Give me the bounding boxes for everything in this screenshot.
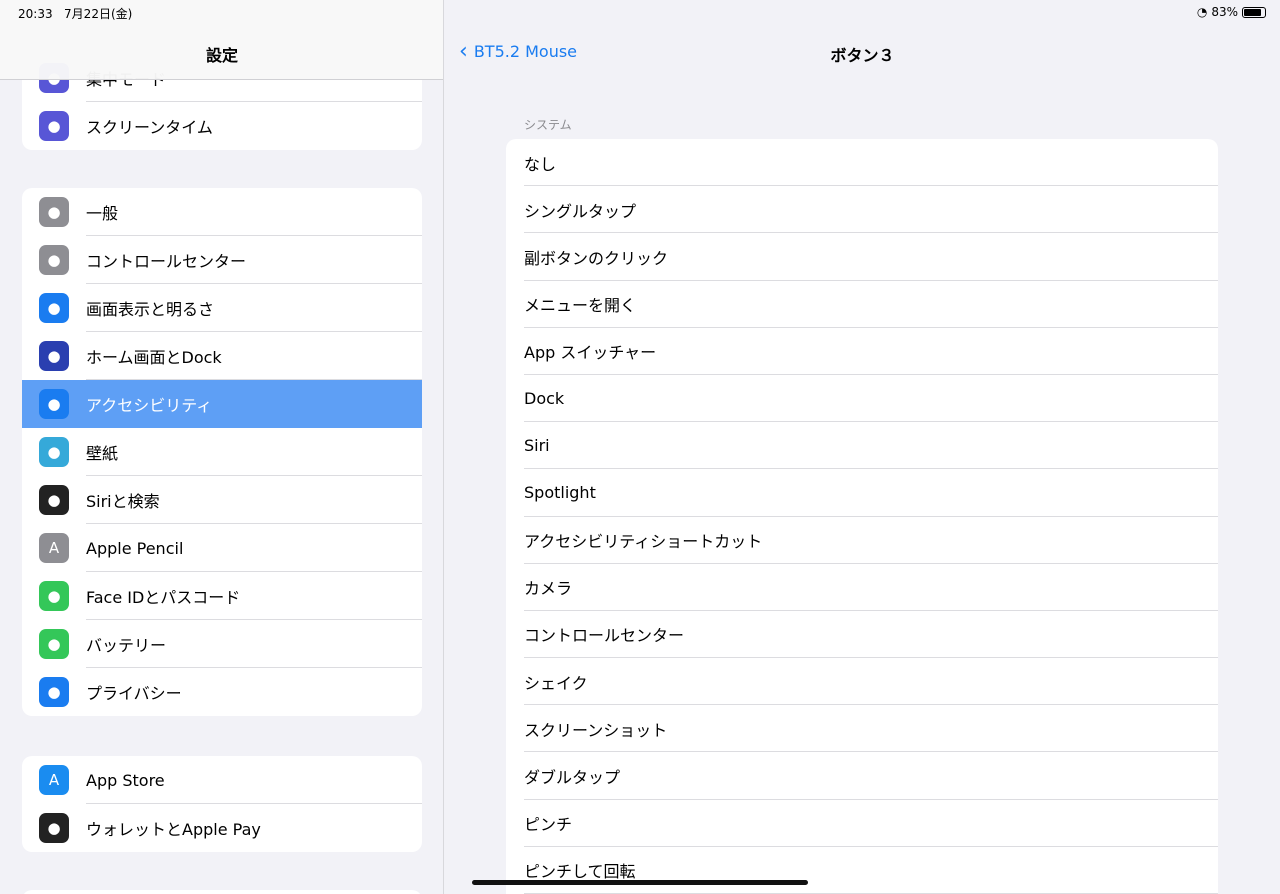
toggles-icon: ● [39,245,69,275]
sidebar-item-label: App Store [86,770,165,790]
home-indicator [472,880,808,885]
settings-group-2: ● 一般 ● コントロールセンター ● 画面表示と明るさ ● ホーム画面とDock ● アクセシビ… [22,188,422,716]
face-id-icon: ● [39,581,69,611]
sidebar: 20:33 7月22日(金) 設定 ●集中モード●スクリーンタイム ●一般●コン… [0,0,444,894]
sidebar-item-label: Siriと検索 [86,492,160,511]
list-item[interactable]: アクセシビリティショートカット [506,517,1218,564]
sidebar-item-label: プライバシー [86,684,182,703]
hand-icon: ● [39,677,69,707]
wifi-icon: ◔ [1196,5,1208,19]
list-item[interactable]: シングルタップ [506,186,1218,234]
list-item[interactable]: メニューを開く [506,281,1218,328]
sidebar-item[interactable]: ● アクセシビリティ [22,380,422,428]
siri-icon: ● [39,485,69,515]
section-header: システム [524,118,572,132]
app-store-icon: A [39,765,69,795]
sidebar-item-label: コントロールセンター [86,252,247,271]
sidebar-item[interactable]: ● Face IDとパスコード [22,572,422,620]
list-item[interactable]: App スイッチャー [506,328,1218,376]
sidebar-item-label: スクリーンタイム [86,118,213,137]
sidebar-item[interactable]: ● Siriと検索 [22,476,422,524]
sidebar-item[interactable]: A App Store [22,756,422,804]
sidebar-item[interactable]: ● 壁紙 [22,428,422,476]
sidebar-item[interactable]: ● 画面表示と明るさ [22,284,422,332]
battery-icon: ● [39,629,69,659]
pencil-icon: A [39,533,69,563]
list-item[interactable]: 副ボタンのクリック [506,233,1218,281]
list-item[interactable]: ピンチ [506,800,1218,848]
wallet-icon: ● [39,813,69,843]
sidebar-item[interactable]: ● 一般 [22,188,422,236]
action-list: なし シングルタップ 副ボタンのクリック メニューを開く App スイッチャー Dock S… [506,139,1218,894]
hourglass-icon: ● [39,111,69,141]
sidebar-header: 20:33 7月22日(金) 設定 [0,0,443,80]
list-item[interactable]: ダブルタップ [506,752,1218,800]
list-item[interactable]: Dock [506,375,1218,423]
settings-group-4 [22,890,422,894]
sidebar-item[interactable]: A Apple Pencil [22,524,422,572]
detail-pane: ◔ 83% ‹ BT5.2 Mouse ボタン３ システム なし シングルタップ副… [445,0,1280,894]
text-size-icon: ● [39,293,69,323]
sidebar-item[interactable]: ● スクリーンタイム [22,102,422,150]
list-item[interactable]: シェイク [506,658,1218,706]
sidebar-item-label: アクセシビリティ [86,396,213,415]
battery-percent: 83% [1211,5,1238,19]
list-item[interactable]: ピンチして回転 [506,847,1218,894]
battery-icon [1242,6,1266,18]
flower-icon: ● [39,437,69,467]
sidebar-item[interactable]: ● コントロールセンター [22,236,422,284]
list-item[interactable]: なし [506,139,1218,187]
gear-icon: ● [39,197,69,227]
sidebar-item[interactable]: ● プライバシー [22,668,422,716]
status-right: ◔ 83% [1197,5,1266,19]
accessibility-icon: ● [39,389,69,419]
sidebar-item[interactable]: ● ウォレットとApple Pay [22,804,422,852]
sidebar-item-label: Face IDとパスコード [86,588,241,607]
status-time: 20:33 7月22日(金) [18,7,133,21]
sidebar-item[interactable]: ● ホーム画面とDock [22,332,422,380]
list-item[interactable]: コントロールセンター [506,611,1218,659]
page-title: ボタン３ [830,46,895,65]
list-item[interactable]: スクリーンショット [506,705,1218,753]
sidebar-item-label: 画面表示と明るさ [86,300,215,319]
sidebar-item-label: 壁紙 [86,444,119,463]
sidebar-item-label: Apple Pencil [86,538,184,558]
sidebar-item-label: ホーム画面とDock [86,348,222,367]
home-grid-icon: ● [39,341,69,371]
settings-group-3: A App Store ● ウォレットとApple Pay [22,756,422,852]
sidebar-item-label: ウォレットとApple Pay [86,820,261,839]
list-item[interactable]: Spotlight [506,469,1218,517]
sidebar-title: 設定 [205,46,238,65]
sidebar-item[interactable]: ● バッテリー [22,620,422,668]
list-item[interactable]: カメラ [506,564,1218,612]
list-item[interactable]: Siri [506,422,1218,470]
sidebar-item-label: 一般 [86,204,119,223]
sidebar-item-label: バッテリー [86,636,167,655]
